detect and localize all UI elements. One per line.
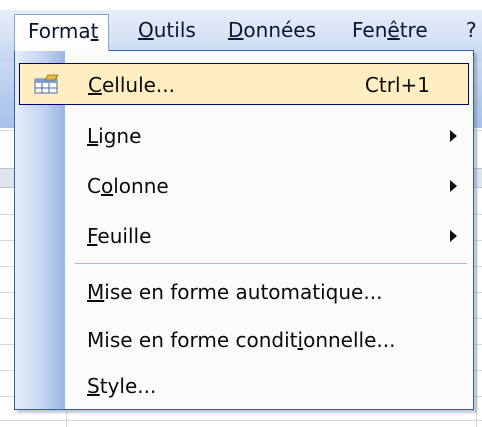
menu-item-label: Feuille <box>87 224 152 248</box>
submenu-arrow-icon <box>450 180 457 192</box>
menu-item-label: Ligne <box>87 124 142 148</box>
menu-item-cellule[interactable]: Cellule... Ctrl+1 <box>19 63 469 105</box>
menu-item-label: Cellule... <box>88 73 175 97</box>
menu-separator <box>75 263 467 264</box>
menu-help[interactable]: ? <box>460 14 482 46</box>
menu-format[interactable]: Format <box>14 14 110 51</box>
menu-fenetre[interactable]: Fenêtre <box>346 14 434 46</box>
format-dropdown-menu: Cellule... Ctrl+1 Ligne Colonne Feuille … <box>14 50 474 410</box>
menu-item-label: Mise en forme conditionnelle... <box>87 328 396 352</box>
menu-bar-top-strip <box>0 0 482 10</box>
menu-item-colonne[interactable]: Colonne <box>15 165 473 207</box>
menu-item-label: Mise en forme automatique... <box>87 280 383 304</box>
menu-item-feuille[interactable]: Feuille <box>15 215 473 257</box>
menu-item-style[interactable]: Style... <box>15 365 473 407</box>
menu-item-mise-en-forme-conditionnelle[interactable]: Mise en forme conditionnelle... <box>15 319 473 361</box>
format-cells-icon <box>34 74 59 94</box>
grid-line <box>0 420 482 421</box>
menu-item-shortcut: Ctrl+1 <box>364 73 430 97</box>
submenu-arrow-icon <box>450 230 457 242</box>
submenu-arrow-icon <box>450 130 457 142</box>
menu-item-mise-en-forme-automatique[interactable]: Mise en forme automatique... <box>15 271 473 313</box>
menu-item-ligne[interactable]: Ligne <box>15 115 473 157</box>
menu-item-label: Colonne <box>87 174 169 198</box>
menu-item-label: Style... <box>87 374 157 398</box>
grid-line <box>476 130 477 427</box>
menu-outils[interactable]: Outils <box>132 14 202 46</box>
menu-donnees[interactable]: Données <box>222 14 322 46</box>
